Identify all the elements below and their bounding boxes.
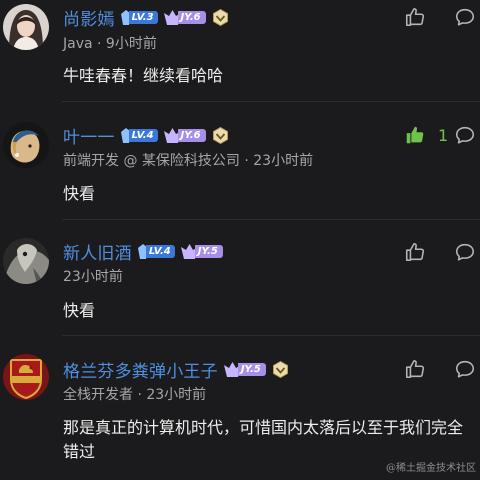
author-name[interactable]: 格兰芬多粪弹小王子 xyxy=(63,357,218,382)
comment-text: 那是真正的计算机时代，可惜国内太落后以至于我们完全错过 xyxy=(63,418,464,461)
verified-icon xyxy=(272,360,288,378)
comment-bubble-icon[interactable] xyxy=(454,358,476,380)
watermark: @稀土掘金技术社区 xyxy=(386,463,476,474)
like-button[interactable] xyxy=(404,358,438,380)
jy-badge: JY.5 xyxy=(223,361,266,377)
thumbs-up-icon xyxy=(405,359,425,379)
author-meta: 全栈开发者 · 23小时前 xyxy=(63,387,207,403)
jy-label: JY.5 xyxy=(237,362,266,376)
avatar[interactable] xyxy=(3,354,49,400)
author-row: 格兰芬多粪弹小王子 JY.5 xyxy=(63,356,289,382)
comment-item: 格兰芬多粪弹小王子 JY.5 全栈开发者 · 23小时前 那是真正的计算机时代，… xyxy=(0,0,480,480)
